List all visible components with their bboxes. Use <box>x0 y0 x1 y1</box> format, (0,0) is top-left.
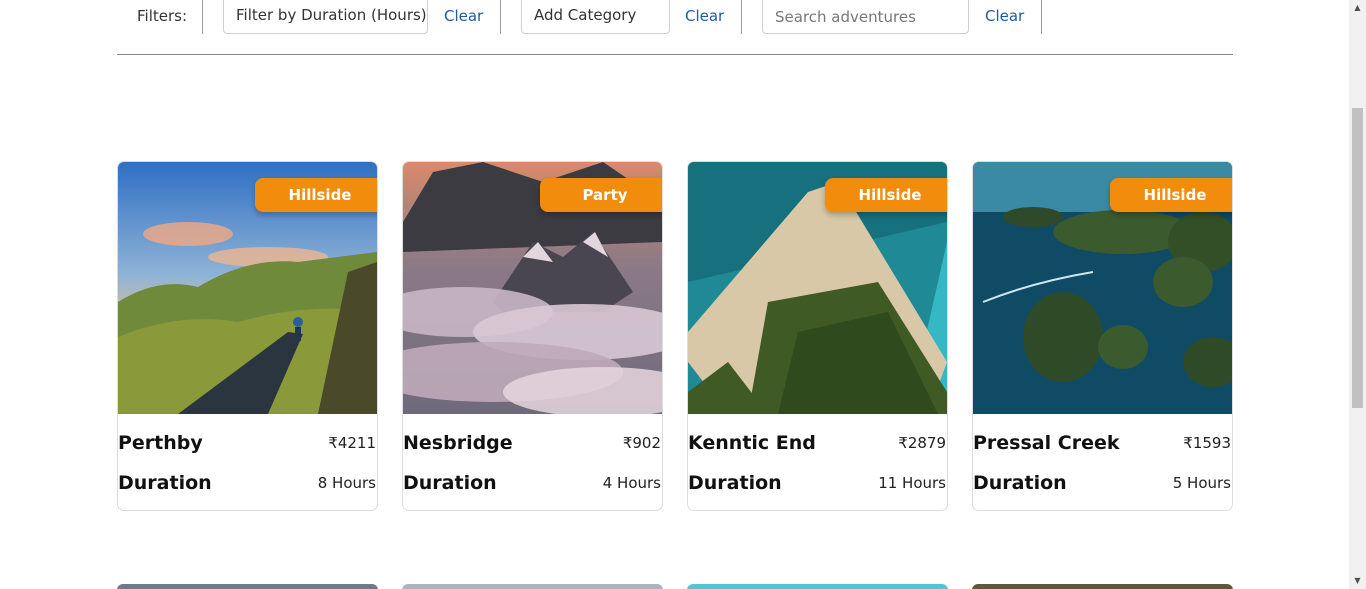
page-scrollbar[interactable]: ▲ ▼ <box>1349 0 1366 589</box>
scrollbar-thumb[interactable] <box>1352 108 1363 408</box>
duration-label: Duration <box>973 472 1067 494</box>
category-badge: Hillside <box>255 178 377 212</box>
card-title: Perthby <box>118 432 203 454</box>
duration-label: Duration <box>403 472 497 494</box>
adventure-card[interactable]: Hillside Perthby ₹4211 Duration 8 Hours <box>117 161 378 511</box>
duration-value: 4 Hours <box>602 474 661 492</box>
duration-value: 8 Hours <box>317 474 376 492</box>
adventure-card-partial[interactable] <box>402 584 663 589</box>
card-title: Kenntic End <box>688 432 816 454</box>
divider <box>202 0 203 34</box>
search-input[interactable] <box>762 0 969 34</box>
filters-label: Filters: <box>137 7 188 25</box>
card-price: ₹902 <box>622 434 661 452</box>
divider <box>1041 0 1042 34</box>
card-title: Pressal Creek <box>973 432 1120 454</box>
duration-value: 5 Hours <box>1172 474 1231 492</box>
card-price: ₹2879 <box>898 434 946 452</box>
card-price: ₹4211 <box>328 434 376 452</box>
duration-label: Duration <box>688 472 782 494</box>
clear-duration-link[interactable]: Clear <box>444 7 483 25</box>
duration-value: 11 Hours <box>878 474 946 492</box>
adventure-card-partial[interactable] <box>687 584 948 589</box>
category-badge: Hillside <box>825 178 947 212</box>
divider <box>741 0 742 34</box>
adventure-card[interactable]: Party Nesbridge ₹902 Duration 4 Hours <box>402 161 663 511</box>
clear-search-link[interactable]: Clear <box>985 7 1024 25</box>
adventure-card[interactable]: Hillside Pressal Creek ₹1593 Duration 5 … <box>972 161 1233 511</box>
duration-label: Duration <box>118 472 212 494</box>
category-select[interactable]: Add Category <box>521 0 670 34</box>
card-title: Nesbridge <box>403 432 513 454</box>
scroll-up-icon[interactable]: ▲ <box>1353 3 1362 12</box>
duration-filter-select[interactable]: Filter by Duration (Hours) <box>223 0 428 34</box>
clear-category-link[interactable]: Clear <box>685 7 724 25</box>
category-badge: Hillside <box>1110 178 1232 212</box>
adventure-card-partial[interactable] <box>117 584 378 589</box>
adventure-card-partial[interactable] <box>972 584 1233 589</box>
divider <box>500 0 501 34</box>
card-price: ₹1593 <box>1183 434 1231 452</box>
category-badge: Party <box>540 178 662 212</box>
filters-bar: Filters: Filter by Duration (Hours) Clea… <box>117 0 1233 55</box>
scroll-down-icon[interactable]: ▼ <box>1353 576 1362 585</box>
adventure-card[interactable]: Hillside Kenntic End ₹2879 Duration 11 H… <box>687 161 948 511</box>
